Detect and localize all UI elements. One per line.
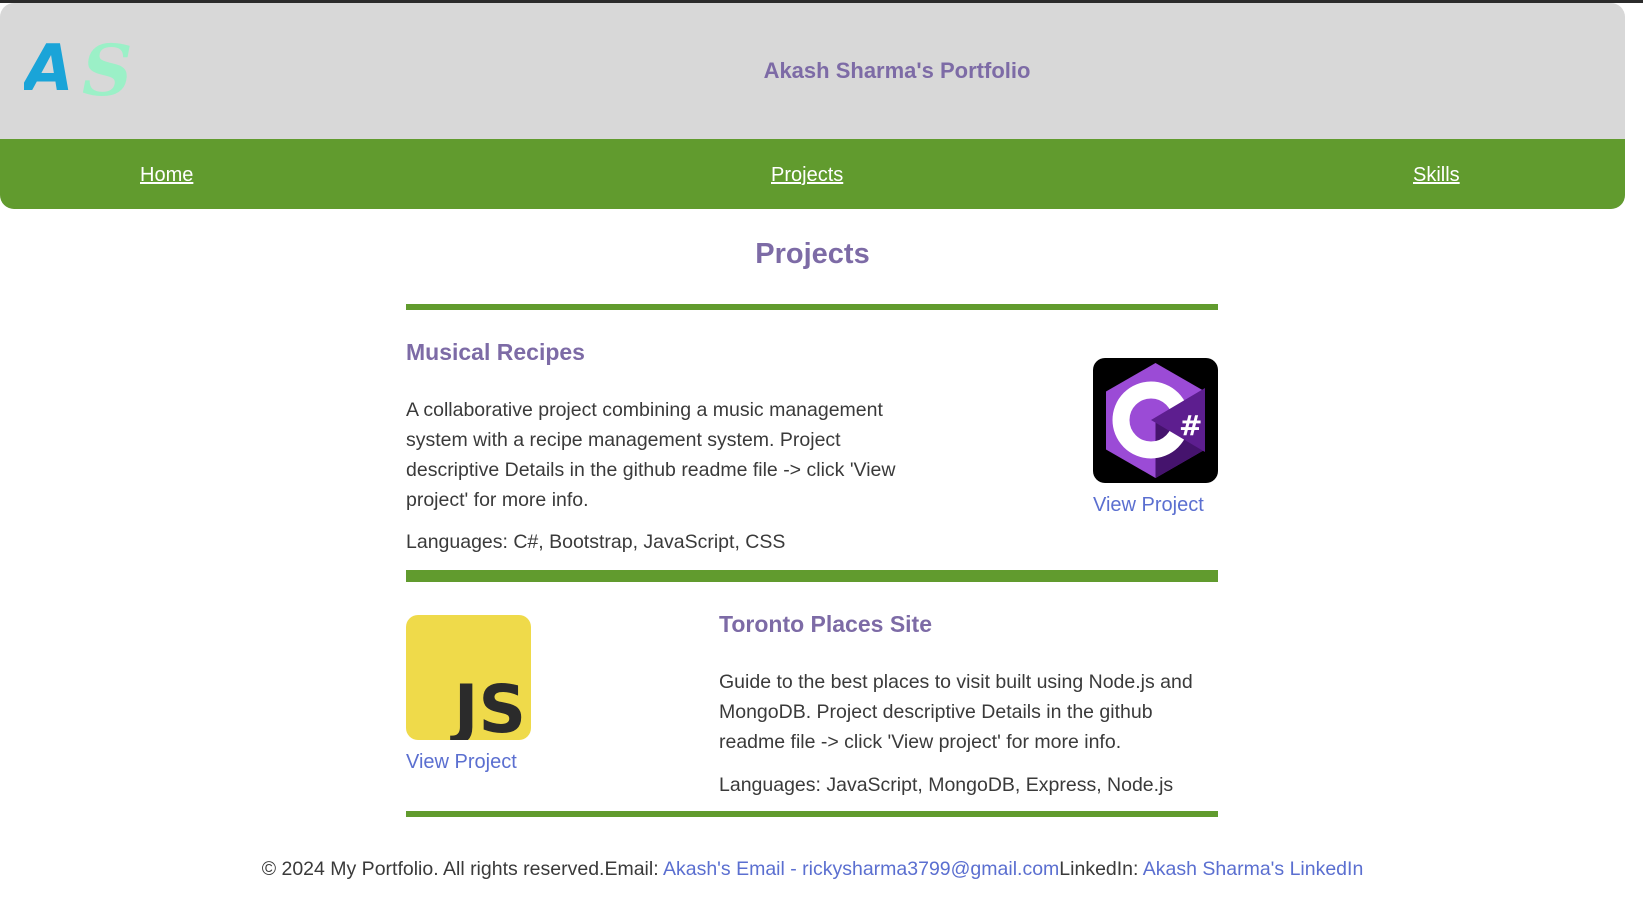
view-project-link[interactable]: View Project [1093,494,1204,517]
footer-email-link[interactable]: Akash's Email - rickysharma3799@gmail.co… [663,858,1059,880]
view-project-link[interactable]: View Project [406,751,517,774]
footer-copyright: © 2024 My Portfolio. All rights reserved… [261,858,605,880]
project-languages: Languages: C#, Bootstrap, JavaScript, CS… [406,531,786,553]
footer-linkedin-label: LinkedIn: [1059,858,1143,880]
nav-home-link[interactable]: Home [140,164,193,187]
divider [406,304,1218,310]
site-footer: © 2024 My Portfolio. All rights reserved… [0,858,1625,881]
site-title: Akash Sharma's Portfolio [763,58,1031,83]
as-logo: A S [24,33,133,103]
divider [406,570,1218,582]
project-title: Toronto Places Site [719,611,933,637]
nav-skills-link[interactable]: Skills [1413,164,1460,187]
project-title: Musical Recipes [406,339,585,365]
footer-linkedin-link[interactable]: Akash Sharma's LinkedIn [1143,858,1364,880]
page-title: Projects [755,238,870,270]
main-nav: Home Projects Skills [0,139,1625,209]
divider [406,811,1218,817]
csharp-logo-icon: # [1093,358,1218,483]
project-description: Guide to the best places to visit built … [719,671,1193,753]
project-description: A collaborative project combining a musi… [406,399,896,511]
site-header: A S Akash Sharma's Portfolio Home Projec… [0,3,1625,209]
logo-letter-s: S [82,33,133,103]
footer-email-label: Email: [604,858,663,880]
svg-text:#: # [1179,409,1202,442]
nav-projects-link[interactable]: Projects [771,164,843,187]
js-logo-text: JS [450,671,526,740]
javascript-logo-icon: JS [406,615,531,740]
project-languages: Languages: JavaScript, MongoDB, Express,… [719,774,1174,796]
logo-letter-a: A [24,33,74,103]
